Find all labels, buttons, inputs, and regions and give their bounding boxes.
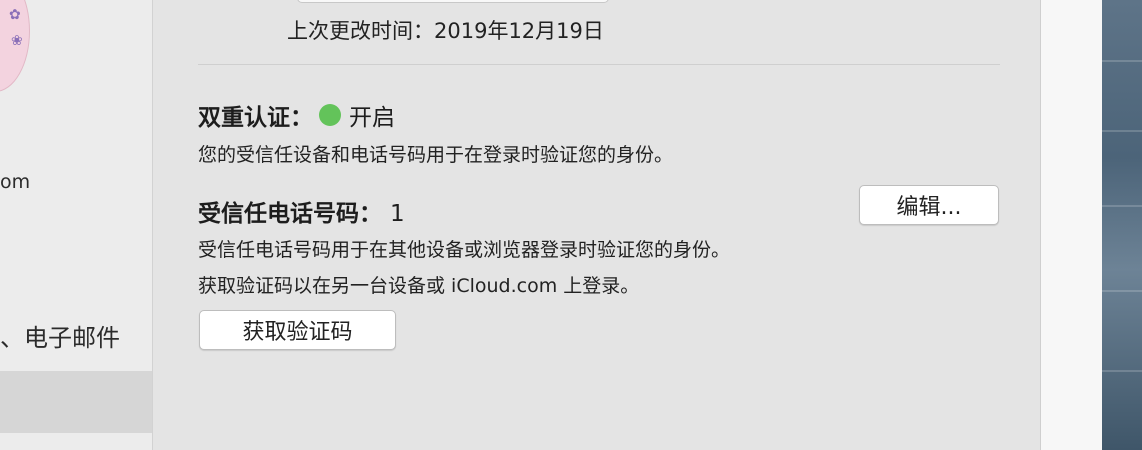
get-verification-code-button[interactable]: 获取验证码 <box>199 310 396 350</box>
wallpaper-ocean <box>1102 0 1142 450</box>
trusted-phone-count: 1 <box>390 201 405 227</box>
sidebar: ✿ ❀ om 、电子邮件 <box>0 0 153 450</box>
account-email: om <box>0 171 31 193</box>
trusted-phone-description: 受信任电话号码用于在其他设备或浏览器登录时验证您的身份。 <box>198 239 731 261</box>
status-dot-icon <box>319 104 341 126</box>
flower-icon: ✿ <box>9 7 21 23</box>
avatar[interactable]: ✿ ❀ <box>0 0 30 92</box>
edit-button[interactable]: 编辑... <box>859 185 999 225</box>
two-factor-description: 您的受信任设备和电话号码用于在登录时验证您的身份。 <box>198 144 674 166</box>
two-factor-row: 双重认证： 开启 <box>198 98 395 132</box>
divider <box>198 64 1000 65</box>
verification-code-hint: 获取验证码以在另一台设备或 iCloud.com 上登录。 <box>198 275 640 297</box>
sidebar-item-selected[interactable] <box>0 371 152 433</box>
two-factor-status: 开启 <box>349 105 395 131</box>
main-panel: 上次更改时间：2019年12月19日 双重认证： 开启 您的受信任设备和电话号码… <box>153 0 1041 450</box>
sidebar-item-label[interactable]: 、电子邮件 <box>0 318 120 353</box>
change-password-button[interactable] <box>297 0 609 3</box>
flower-icon: ❀ <box>11 33 23 49</box>
two-factor-title: 双重认证： <box>198 105 313 131</box>
trusted-phone-title: 受信任电话号码： <box>198 201 382 227</box>
trusted-phone-row: 受信任电话号码： 1 <box>198 194 405 228</box>
last-change-time: 上次更改时间：2019年12月19日 <box>287 19 604 43</box>
